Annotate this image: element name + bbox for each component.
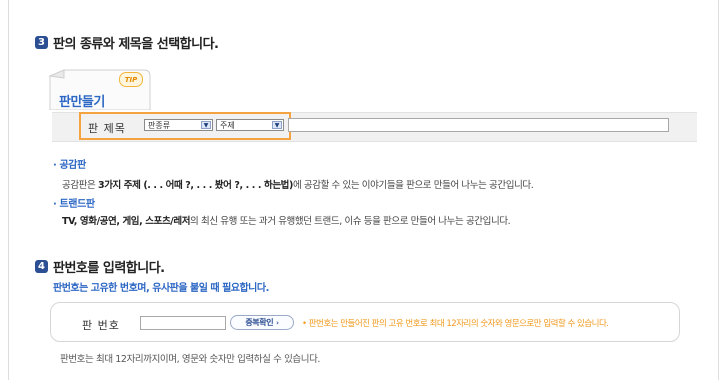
bullet: · [53, 199, 57, 210]
number-label: 판 번호 [82, 319, 120, 332]
subject-select-value: 주제 [220, 120, 235, 130]
duplicate-check-button[interactable]: 중복확인 › [230, 315, 294, 330]
title-input[interactable] [288, 118, 669, 132]
subject-select[interactable]: 주제 ▼ [216, 119, 284, 131]
step-4-header: 4 판번호를 입력합니다. [35, 257, 165, 276]
tab-label: 판만들기 [59, 95, 105, 110]
step-4-title: 판번호를 입력합니다. [53, 261, 165, 276]
desc-text-bold: TV, 영화/공연, 게임, 스포츠/레저 [62, 216, 191, 227]
category-select[interactable]: 판종류 ▼ [144, 119, 213, 131]
chevron-down-icon: ▼ [272, 121, 282, 129]
step-3-title: 판의 종류와 제목을 선택합니다. [53, 37, 219, 52]
desc-heading-gonggam: · 공감판 [53, 156, 86, 171]
desc-text-trend: TV, 영화/공연, 게임, 스포츠/레저의 최신 유행 또는 과거 유행했던 … [62, 213, 511, 227]
desc-text-post: 의 최신 유행 또는 과거 유행했던 트랜드, 이슈 등을 판으로 만들어 나누… [190, 216, 511, 227]
step-4-subtitle: 판번호는 고유한 번호며, 유사판을 붙일 때 필요합니다. [53, 283, 269, 294]
step-4-number: 4 [35, 260, 48, 273]
duplicate-check-label: 중복확인 [245, 318, 274, 327]
number-input[interactable] [140, 316, 226, 330]
category-select-value: 판종류 [148, 120, 171, 130]
title-label: 판 제목 [88, 122, 126, 135]
number-note: • 판번호는 만들어진 판의 고유 번호로 최대 12자리의 숫자와 영문으로만… [302, 317, 609, 329]
step-3-number: 3 [35, 36, 48, 49]
chevron-down-icon: ▼ [201, 121, 211, 129]
tip-badge: TIP [119, 72, 143, 87]
step-3-header: 3 판의 종류와 제목을 선택합니다. [35, 33, 219, 52]
bullet-icon: • [302, 319, 307, 329]
desc-text-bold: 3가지 주제 (. . . 어때 ?, . . . 봤어 ?, . . . 하는… [97, 180, 293, 191]
chevron-right-icon: › [276, 318, 279, 327]
desc-heading-text: 트랜드판 [59, 199, 96, 210]
tab-make-pan: 판만들기 TIP [44, 66, 154, 110]
desc-text-pre: 공감판은 [62, 180, 98, 191]
number-note-text: 판번호는 만들어진 판의 고유 번호로 최대 12자리의 숫자와 영문으로만 입… [308, 319, 609, 329]
desc-heading-trend: · 트랜드판 [53, 195, 95, 210]
desc-heading-text: 공감판 [59, 160, 87, 171]
number-footnote: 판번호는 최대 12자리까지이며, 영문와 숫자만 입력하실 수 있습니다. [60, 354, 321, 365]
desc-text-gonggam: 공감판은 3가지 주제 (. . . 어때 ?, . . . 봤어 ?, . .… [62, 177, 534, 191]
desc-text-post: 에 공감할 수 있는 이야기들을 판으로 만들어 나누는 공간입니다. [292, 180, 534, 191]
bullet: · [53, 160, 57, 171]
